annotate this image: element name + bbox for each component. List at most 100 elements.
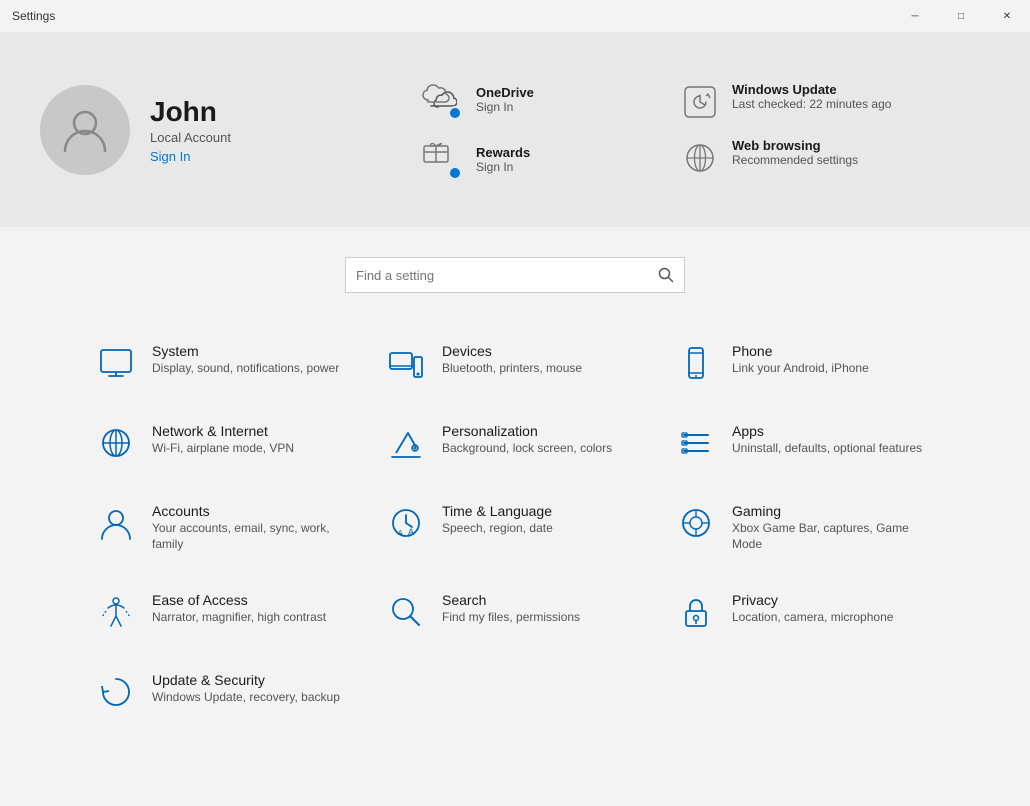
onedrive-sub: Sign In [476,100,534,114]
titlebar: Settings ─ □ ✕ [0,0,1030,32]
rewards-dot [448,166,462,180]
gaming-name: Gaming [732,503,932,519]
onedrive-icon-wrap [420,78,464,122]
search-input[interactable] [356,268,658,283]
avatar [40,85,130,175]
system-icon [96,343,136,383]
windows-update-service[interactable]: Windows Update Last checked: 22 minutes … [680,74,891,130]
phone-icon [676,343,716,383]
gaming-text: Gaming Xbox Game Bar, captures, Game Mod… [732,503,932,552]
network-text: Network & Internet Wi-Fi, airplane mode,… [152,423,294,457]
setting-privacy[interactable]: Privacy Location, camera, microphone [660,572,950,652]
restore-button[interactable]: □ [938,0,984,32]
apps-icon [676,423,716,463]
accounts-icon [96,503,136,543]
windows-update-name: Windows Update [732,82,891,97]
devices-icon [386,343,426,383]
app-title: Settings [12,9,55,23]
phone-name: Phone [732,343,869,359]
system-name: System [152,343,339,359]
ease-of-access-desc: Narrator, magnifier, high contrast [152,610,326,626]
web-browsing-sub: Recommended settings [732,153,858,169]
phone-text: Phone Link your Android, iPhone [732,343,869,377]
onedrive-name: OneDrive [476,85,534,100]
privacy-icon [676,592,716,632]
network-name: Network & Internet [152,423,294,439]
web-browsing-icon [680,138,720,178]
onedrive-dot [448,106,462,120]
system-desc: Display, sound, notifications, power [152,361,339,377]
system-text: System Display, sound, notifications, po… [152,343,339,377]
setting-search[interactable]: Search Find my files, permissions [370,572,660,652]
setting-personalization[interactable]: Personalization Background, lock screen,… [370,403,660,483]
rewards-service[interactable]: Rewards Sign In [420,130,620,190]
rewards-icon-wrap [420,138,464,182]
setting-ease-of-access[interactable]: Ease of Access Narrator, magnifier, high… [80,572,370,652]
left-services: OneDrive Sign In Rewards Sign In [420,70,620,190]
setting-phone[interactable]: Phone Link your Android, iPhone [660,323,950,403]
search-box [345,257,685,293]
setting-time-language[interactable]: A A Time & Language Speech, region, date [370,483,660,572]
search-setting-icon [386,592,426,632]
apps-desc: Uninstall, defaults, optional features [732,441,922,457]
time-language-text: Time & Language Speech, region, date [442,503,553,537]
onedrive-service[interactable]: OneDrive Sign In [420,70,620,130]
network-icon [96,423,136,463]
profile-info: John Local Account Sign In [150,96,231,164]
profile-signin-link[interactable]: Sign In [150,149,231,164]
accounts-name: Accounts [152,503,352,519]
minimize-button[interactable]: ─ [892,0,938,32]
ease-of-access-name: Ease of Access [152,592,326,608]
update-security-text: Update & Security Windows Update, recove… [152,672,340,706]
setting-accounts[interactable]: Accounts Your accounts, email, sync, wor… [80,483,370,572]
rewards-name: Rewards [476,145,530,160]
windows-update-sub: Last checked: 22 minutes ago [732,97,891,113]
windows-update-text: Windows Update Last checked: 22 minutes … [732,82,891,113]
profile-account-type: Local Account [150,130,231,145]
setting-system[interactable]: System Display, sound, notifications, po… [80,323,370,403]
accounts-text: Accounts Your accounts, email, sync, wor… [152,503,352,552]
close-button[interactable]: ✕ [984,0,1030,32]
accounts-desc: Your accounts, email, sync, work, family [152,521,352,552]
devices-desc: Bluetooth, printers, mouse [442,361,582,377]
window-controls: ─ □ ✕ [892,0,1030,32]
profile-name: John [150,96,231,128]
svg-text:A: A [398,530,403,537]
network-desc: Wi-Fi, airplane mode, VPN [152,441,294,457]
setting-gaming[interactable]: Gaming Xbox Game Bar, captures, Game Mod… [660,483,950,572]
time-language-name: Time & Language [442,503,553,519]
rewards-sub: Sign In [476,160,530,174]
search-setting-desc: Find my files, permissions [442,610,580,626]
rewards-text: Rewards Sign In [476,145,530,174]
personalization-name: Personalization [442,423,612,439]
setting-apps[interactable]: Apps Uninstall, defaults, optional featu… [660,403,950,483]
phone-desc: Link your Android, iPhone [732,361,869,377]
ease-of-access-icon [96,592,136,632]
update-security-desc: Windows Update, recovery, backup [152,690,340,706]
windows-update-icon [680,82,720,122]
setting-network[interactable]: Network & Internet Wi-Fi, airplane mode,… [80,403,370,483]
apps-name: Apps [732,423,922,439]
setting-update-security[interactable]: Update & Security Windows Update, recove… [80,652,370,732]
privacy-desc: Location, camera, microphone [732,610,893,626]
profile-section: John Local Account Sign In [40,85,360,175]
search-section [0,227,1030,313]
time-language-icon: A A [386,503,426,543]
devices-name: Devices [442,343,582,359]
gaming-desc: Xbox Game Bar, captures, Game Mode [732,521,932,552]
personalization-desc: Background, lock screen, colors [442,441,612,457]
settings-grid: System Display, sound, notifications, po… [0,313,1030,742]
header-area: John Local Account Sign In OneDrive Sig [0,32,1030,227]
devices-text: Devices Bluetooth, printers, mouse [442,343,582,377]
search-icon [658,267,674,283]
search-setting-name: Search [442,592,580,608]
web-browsing-name: Web browsing [732,138,858,153]
personalization-text: Personalization Background, lock screen,… [442,423,612,457]
web-browsing-text: Web browsing Recommended settings [732,138,858,169]
svg-text:A: A [408,527,414,537]
right-services: Windows Update Last checked: 22 minutes … [680,74,891,186]
setting-devices[interactable]: Devices Bluetooth, printers, mouse [370,323,660,403]
web-browsing-service[interactable]: Web browsing Recommended settings [680,130,891,186]
update-security-icon [96,672,136,712]
apps-text: Apps Uninstall, defaults, optional featu… [732,423,922,457]
